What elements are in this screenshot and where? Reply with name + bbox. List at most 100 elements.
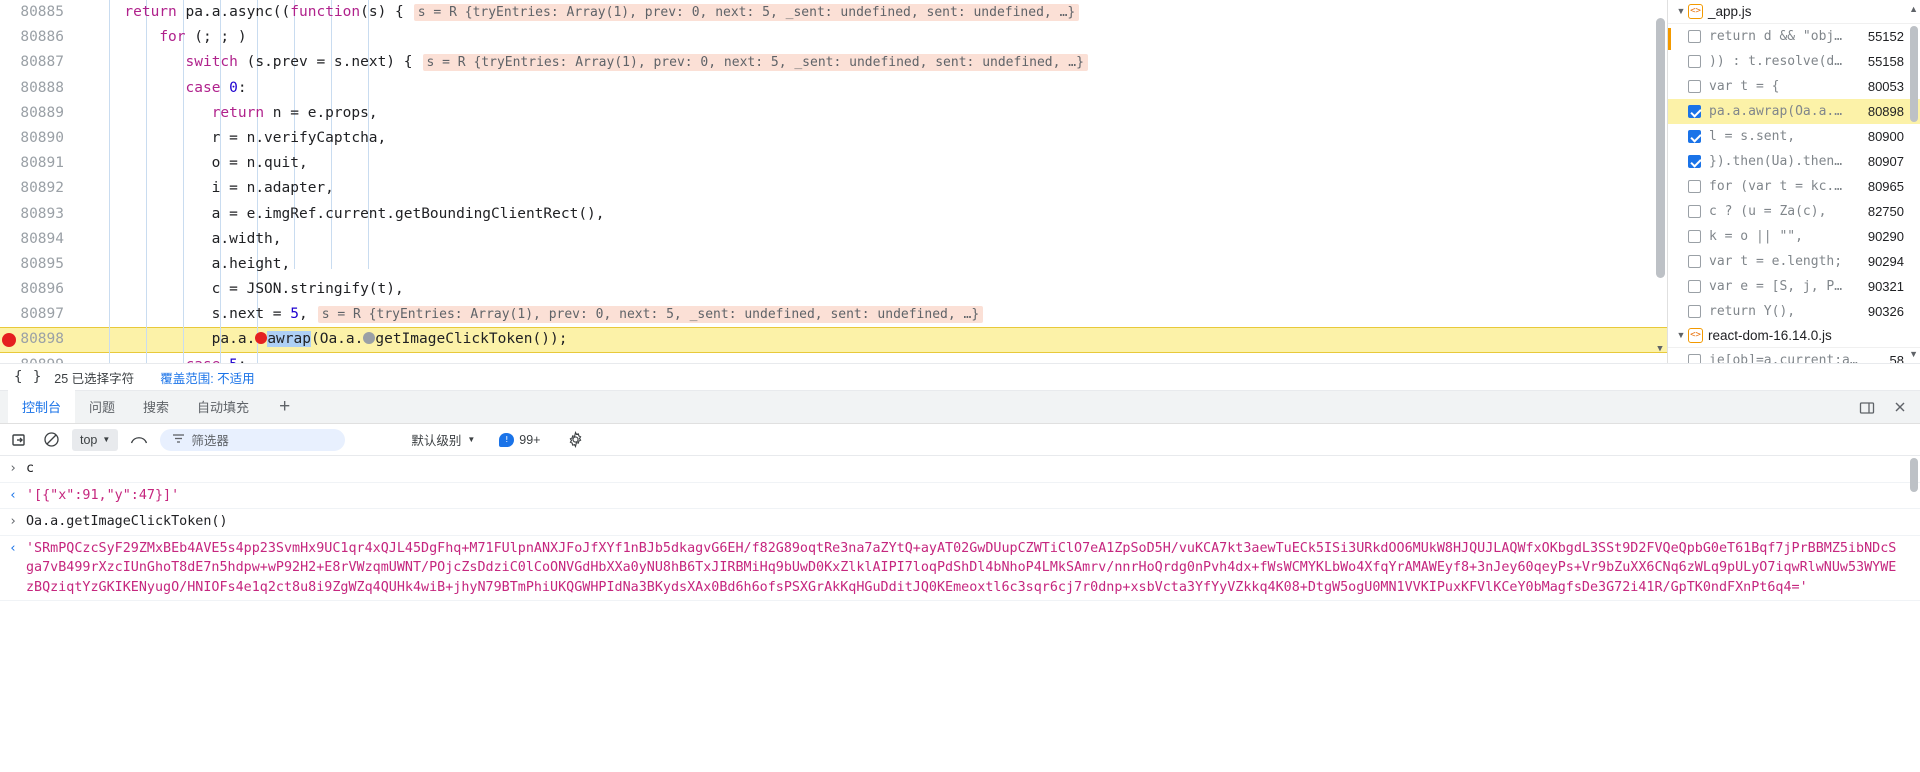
breakpoint-snippet: var t = { xyxy=(1709,79,1780,94)
gear-icon[interactable] xyxy=(564,429,586,451)
chevron-down-icon[interactable]: ▼ xyxy=(1674,331,1688,340)
code-line[interactable]: 80887 switch (s.prev = s.next) {s = R {t… xyxy=(0,50,1667,75)
line-number[interactable]: 80893 xyxy=(0,202,72,227)
breakpoint-item[interactable]: }).then(Ua).then… 80907 xyxy=(1668,149,1920,174)
console-input-row[interactable]: › c xyxy=(0,456,1920,483)
execution-context-selector[interactable]: top ▼ xyxy=(72,428,119,451)
drawer-tab-1[interactable]: 问题 xyxy=(75,390,129,423)
code-line[interactable]: 80899 case 5: xyxy=(0,353,1667,363)
code-line[interactable]: 80890 r = n.verifyCaptcha, xyxy=(0,126,1667,151)
breakpoint-item[interactable]: return d && "obj… 55152 xyxy=(1668,24,1920,49)
line-number[interactable]: 80885 xyxy=(0,0,72,25)
add-tab-button[interactable]: + xyxy=(269,390,300,423)
breakpoint-checkbox[interactable] xyxy=(1688,180,1701,193)
breakpoints-panel[interactable]: ▼ <> _app.js return d && "obj… 55152)) : t.r… xyxy=(1667,0,1920,363)
breakpoint-checkbox[interactable] xyxy=(1688,55,1701,68)
coverage-status[interactable]: 覆盖范围: 不适用 xyxy=(160,368,254,387)
line-number[interactable]: 80891 xyxy=(0,151,72,176)
line-number[interactable]: 80896 xyxy=(0,277,72,302)
code-line[interactable]: 80893 a = e.imgRef.current.getBoundingCl… xyxy=(0,202,1667,227)
code-line[interactable]: 80894 a.width, xyxy=(0,227,1667,252)
inline-breakpoint-grey-icon[interactable] xyxy=(363,332,376,345)
chevron-down-icon[interactable]: ▼ xyxy=(1674,7,1688,16)
code-line[interactable]: 80896 c = JSON.stringify(t), xyxy=(0,277,1667,302)
breakpoint-item[interactable]: l = s.sent, 80900 xyxy=(1668,124,1920,149)
breakpoint-checkbox[interactable] xyxy=(1688,354,1701,363)
breakpoint-checkbox[interactable] xyxy=(1688,255,1701,268)
breakpoint-item[interactable]: var t = {80053 xyxy=(1668,74,1920,99)
console-scrollbar-thumb[interactable] xyxy=(1910,458,1918,492)
code-line[interactable]: 80891 o = n.quit, xyxy=(0,151,1667,176)
line-number[interactable]: 80894 xyxy=(0,227,72,252)
breakpoint-item[interactable]: c ? (u = Za(c), 82750 xyxy=(1668,199,1920,224)
breakpoint-checkbox[interactable] xyxy=(1688,205,1701,218)
source-code-pane[interactable]: 80885 return pa.a.async((function(s) {s … xyxy=(0,0,1667,363)
code-line[interactable]: 80889 return n = e.props, xyxy=(0,101,1667,126)
breakpoint-item[interactable]: k = o || "", 90290 xyxy=(1668,224,1920,249)
line-number[interactable]: 80899 xyxy=(0,353,72,363)
code-line-text: a.height, xyxy=(72,252,291,277)
bp-scroll-down-arrow[interactable]: ▼ xyxy=(1909,349,1918,359)
breakpoint-group-header[interactable]: ▼ <> react-dom-16.14.0.js xyxy=(1668,324,1920,348)
console-output-row[interactable]: ‹ 'SRmPQCzcSyF29ZMxBEb4AVE5s4pp23SvmHx9UC… xyxy=(0,536,1920,601)
breakpoint-checkbox[interactable] xyxy=(1688,155,1701,168)
code-line[interactable]: 80897 s.next = 5, s = R {tryEntries: Arra… xyxy=(0,302,1667,327)
breakpoint-item[interactable]: for (var t = kc.… 80965 xyxy=(1668,174,1920,199)
no-entry-icon[interactable] xyxy=(40,429,62,451)
breakpoint-checkbox[interactable] xyxy=(1688,30,1701,43)
line-number[interactable]: 80892 xyxy=(0,176,72,201)
breakpoint-checkbox[interactable] xyxy=(1688,80,1701,93)
code-line[interactable]: 80895 a.height, xyxy=(0,252,1667,277)
code-token: a.height, xyxy=(72,255,291,272)
breakpoint-checkbox[interactable] xyxy=(1688,130,1701,143)
breakpoint-checkbox[interactable] xyxy=(1688,280,1701,293)
breakpoints-scrollbar-thumb[interactable] xyxy=(1910,26,1918,122)
live-expression-icon[interactable] xyxy=(128,429,150,451)
console-output-row[interactable]: ‹ '[{"x":91,"y":47}]' xyxy=(0,483,1920,509)
scroll-down-arrow[interactable]: ▼ xyxy=(1656,345,1664,354)
line-number[interactable]: 80889 xyxy=(0,101,72,126)
breakpoints-list[interactable]: ▼ <> _app.js return d && "obj… 55152)) : t.r… xyxy=(1668,0,1920,363)
source-vertical-scrollbar[interactable]: ▼ xyxy=(1656,0,1666,363)
breakpoint-item[interactable]: pa.a.awrap(Oa.a.… 80898 xyxy=(1668,99,1920,124)
console-input-row[interactable]: › Oa.a.getImageClickToken() xyxy=(0,509,1920,536)
code-line[interactable]: 80885 return pa.a.async((function(s) {s … xyxy=(0,0,1667,25)
breakpoint-checkbox[interactable] xyxy=(1688,230,1701,243)
breakpoint-item[interactable]: ie[ob]=a.current;a… 58 xyxy=(1668,348,1920,363)
breakpoint-marker-icon[interactable] xyxy=(2,333,16,348)
breakpoint-item[interactable]: )) : t.resolve(d… 55158 xyxy=(1668,49,1920,74)
issues-badge[interactable]: ! 99+ xyxy=(499,432,540,447)
line-number[interactable]: 80895 xyxy=(0,252,72,277)
close-icon[interactable] xyxy=(1892,399,1910,417)
drawer-tab-2[interactable]: 搜索 xyxy=(129,390,183,423)
console-output[interactable]: › c ‹ '[{"x":91,"y":47}]' › Oa.a.getImageClic… xyxy=(0,456,1920,772)
drawer-tab-bar[interactable]: 控制台 问题 搜索 自动填充 + xyxy=(0,390,1920,424)
drawer-tab-3[interactable]: 自动填充 xyxy=(183,390,263,423)
code-token: r = n.verifyCaptcha, xyxy=(72,129,387,146)
clear-console-icon[interactable] xyxy=(8,429,30,451)
code-line[interactable]: 80892 i = n.adapter, xyxy=(0,176,1667,201)
breakpoint-item[interactable]: var e = [S, j, P… 90321 xyxy=(1668,274,1920,299)
inline-breakpoint-red-icon[interactable] xyxy=(255,332,268,345)
breakpoint-checkbox[interactable] xyxy=(1688,305,1701,318)
line-number[interactable]: 80897 xyxy=(0,302,72,327)
breakpoint-checkbox[interactable] xyxy=(1688,105,1701,118)
breakpoint-item[interactable]: var t = e.length; 90294 xyxy=(1668,249,1920,274)
line-number[interactable]: 80886 xyxy=(0,25,72,50)
log-level-selector[interactable]: 默认级别 ▼ xyxy=(411,430,475,449)
console-filter-input[interactable]: 筛选器 xyxy=(160,428,346,451)
breakpoint-item[interactable]: return Y(), 90326 xyxy=(1668,299,1920,324)
breakpoint-group-header[interactable]: ▼ <> _app.js xyxy=(1668,0,1920,24)
pretty-print-icon[interactable]: { } xyxy=(14,369,42,385)
line-number[interactable]: 80890 xyxy=(0,126,72,151)
line-number[interactable]: 80898 xyxy=(0,327,72,352)
code-line[interactable]: 80888 case 0: xyxy=(0,76,1667,101)
dock-side-icon[interactable] xyxy=(1858,399,1876,417)
source-scrollbar-thumb[interactable] xyxy=(1656,18,1665,278)
line-number[interactable]: 80887 xyxy=(0,50,72,75)
code-line[interactable]: 80886 for (; ; ) xyxy=(0,25,1667,50)
bp-scroll-up-arrow[interactable]: ▲ xyxy=(1909,4,1918,14)
drawer-tab-0[interactable]: 控制台 xyxy=(8,390,76,423)
line-number[interactable]: 80888 xyxy=(0,76,72,101)
code-line[interactable]: 80898 pa.a. awrap(Oa.a. getImageClickToken… xyxy=(0,327,1667,353)
